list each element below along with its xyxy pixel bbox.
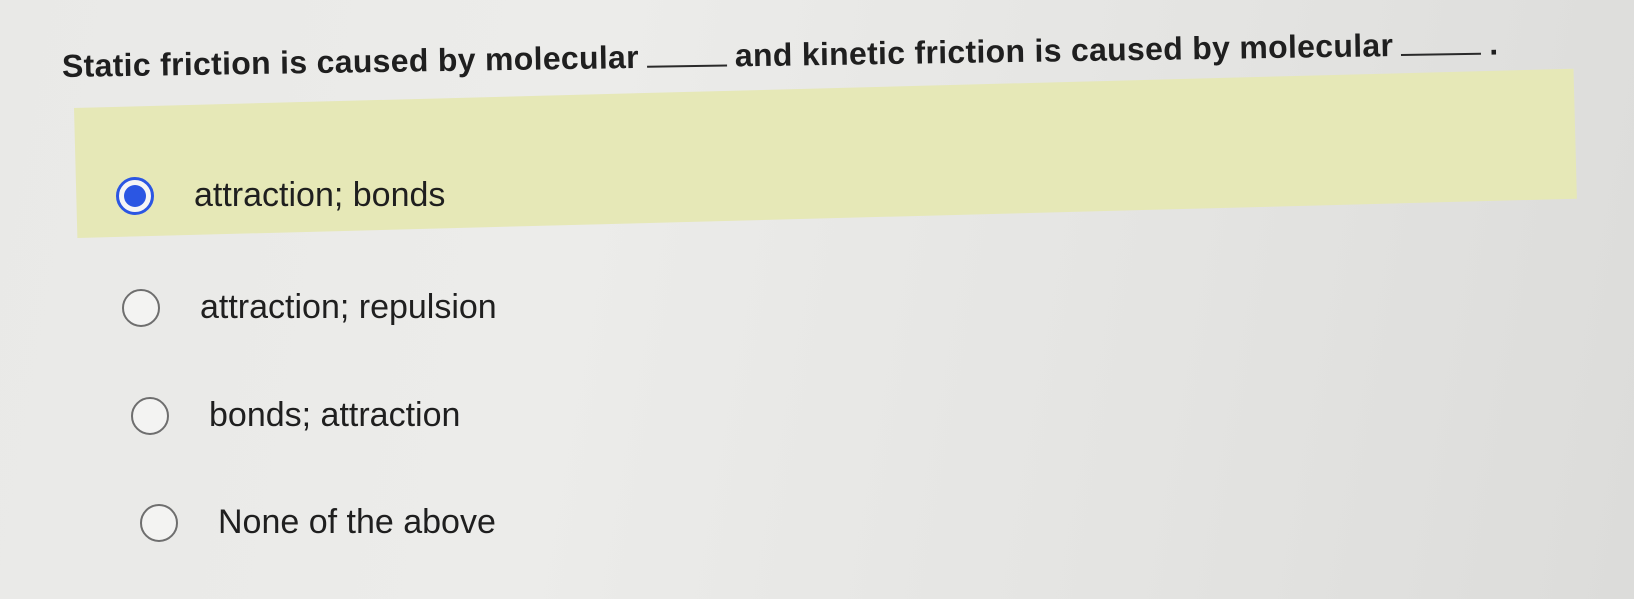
option-none-of-the-above[interactable]: None of the above — [140, 503, 496, 542]
question-part-1: Static friction is caused by molecular — [61, 38, 640, 84]
radio-button[interactable] — [131, 396, 169, 435]
question-part-3: . — [1488, 25, 1499, 62]
radio-button[interactable] — [122, 288, 160, 327]
radio-button[interactable] — [140, 503, 178, 542]
question-part-2: and kinetic friction is caused by molecu… — [734, 27, 1394, 74]
radio-button-selected[interactable] — [116, 176, 154, 215]
option-label: attraction; bonds — [194, 176, 446, 214]
option-label: None of the above — [218, 503, 496, 541]
option-attraction-bonds[interactable]: attraction; bonds — [116, 176, 445, 215]
blank-1 — [646, 40, 728, 68]
option-label: attraction; repulsion — [200, 288, 497, 326]
radio-dot-icon — [124, 184, 146, 207]
option-attraction-repulsion[interactable]: attraction; repulsion — [122, 288, 497, 327]
option-bonds-attraction[interactable]: bonds; attraction — [131, 396, 460, 435]
option-label: bonds; attraction — [209, 396, 461, 434]
blank-2 — [1400, 28, 1482, 56]
